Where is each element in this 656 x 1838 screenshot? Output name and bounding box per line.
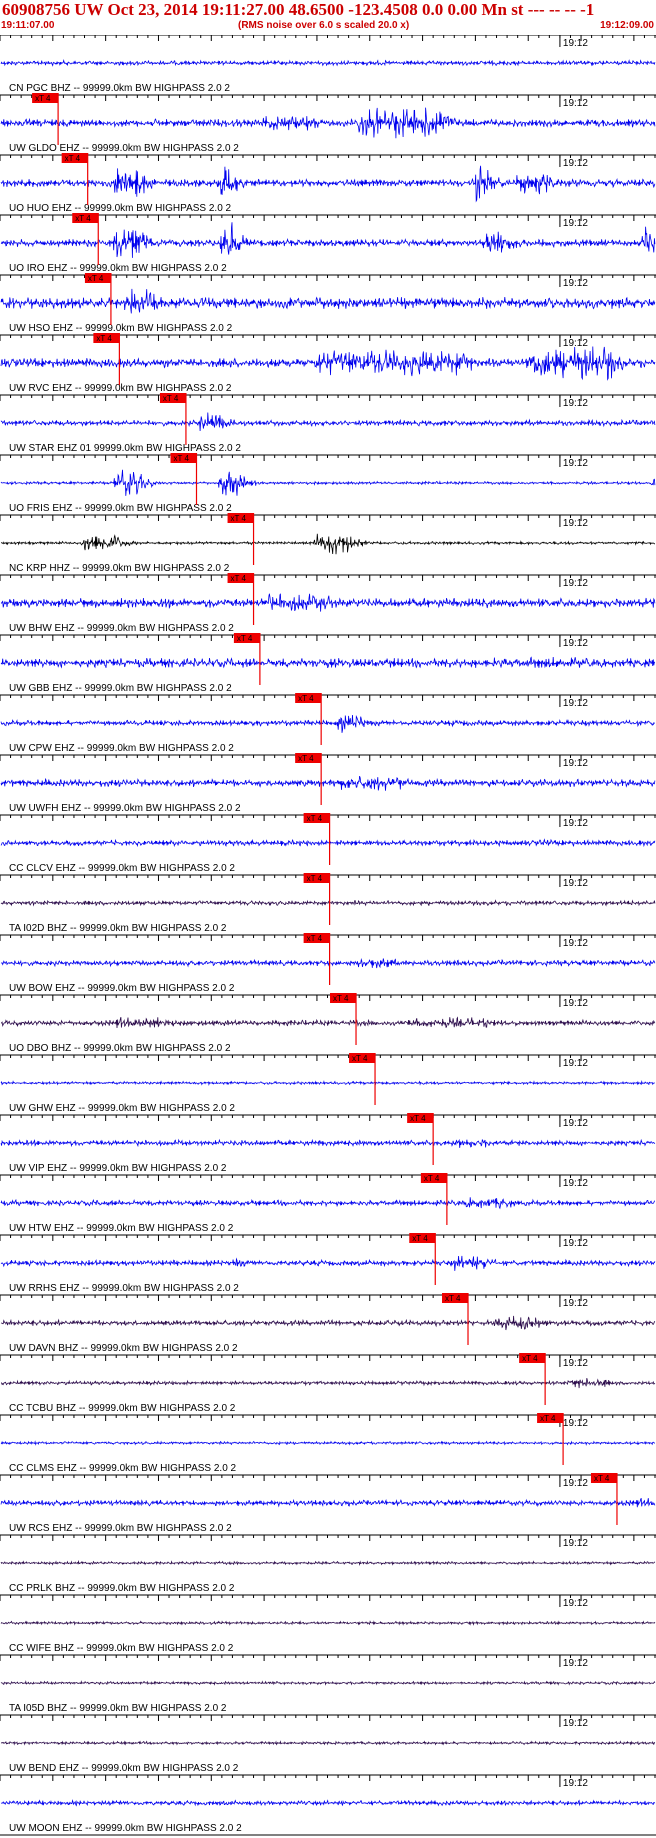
pick-label: xT 4 [445, 1294, 461, 1303]
minute-tick-label: 19:12 [563, 518, 588, 529]
pick-label: xT 4 [307, 874, 323, 883]
minute-tick-label: 19:12 [563, 1598, 588, 1609]
pick-label: xT 4 [88, 274, 104, 283]
pick-label: xT 4 [231, 574, 247, 583]
pick-label: xT 4 [412, 1234, 428, 1243]
station-label: UO FRIS EHZ -- 99999.0km BW HIGHPASS 2.0… [9, 503, 232, 514]
minute-tick-label: 19:12 [563, 1178, 588, 1189]
station-label: UO DBO BHZ -- 99999.0km BW HIGHPASS 2.0 … [9, 1043, 231, 1054]
station-label: UW MOON EHZ -- 99999.0km BW HIGHPASS 2.0… [9, 1823, 242, 1834]
pick-label: xT 4 [540, 1414, 556, 1423]
pick-label: xT 4 [307, 934, 323, 943]
minute-tick-label: 19:12 [563, 458, 588, 469]
station-label: CC CLMS EHZ -- 99999.0km BW HIGHPASS 2.0… [9, 1463, 237, 1474]
station-label: CC WIFE BHZ -- 99999.0km BW HIGHPASS 2.0… [9, 1643, 234, 1654]
station-label: CN PGC BHZ -- 99999.0km BW HIGHPASS 2.0 … [9, 83, 230, 94]
pick-label: xT 4 [333, 994, 349, 1003]
minute-tick-label: 19:12 [563, 38, 588, 49]
header: 60908756 UW Oct 23, 2014 19:11:27.00 48.… [0, 0, 656, 34]
minute-tick-label: 19:12 [563, 218, 588, 229]
station-label: UW BEND EHZ -- 99999.0km BW HIGHPASS 2.0… [9, 1763, 239, 1774]
minute-tick-label: 19:12 [563, 1538, 588, 1549]
minute-tick-label: 19:12 [563, 398, 588, 409]
event-title: 60908756 UW Oct 23, 2014 19:11:27.00 48.… [2, 0, 595, 19]
minute-tick-label: 19:12 [563, 278, 588, 289]
pick-label: xT 4 [410, 1114, 426, 1123]
pick-label: xT 4 [298, 694, 314, 703]
minute-tick-label: 19:12 [563, 698, 588, 709]
station-label: UW VIP EHZ -- 99999.0km BW HIGHPASS 2.0 … [9, 1163, 227, 1174]
minute-tick-label: 19:12 [563, 1718, 588, 1729]
station-label: UW GBB EHZ -- 99999.0km BW HIGHPASS 2.0 … [9, 683, 232, 694]
minute-tick-label: 19:12 [563, 1418, 588, 1429]
station-label: UW CPW EHZ -- 99999.0km BW HIGHPASS 2.0 … [9, 743, 234, 754]
seismogram-plot: 19:12 CN PGC BHZ -- 99999.0km BW HIGHPASS… [0, 35, 656, 1838]
station-label: UW RCS EHZ -- 99999.0km BW HIGHPASS 2.0 … [9, 1523, 232, 1534]
pick-label: xT 4 [352, 1054, 368, 1063]
station-label: UW RRHS EHZ -- 99999.0km BW HIGHPASS 2.0… [9, 1283, 239, 1294]
minute-tick-label: 19:12 [563, 1358, 588, 1369]
minute-tick-label: 19:12 [563, 878, 588, 889]
station-label: UW BOW EHZ -- 99999.0km BW HIGHPASS 2.0 … [9, 983, 235, 994]
station-label: UW GHW EHZ -- 99999.0km BW HIGHPASS 2.0 … [9, 1103, 235, 1114]
minute-tick-label: 19:12 [563, 1658, 588, 1669]
minute-tick-label: 19:12 [563, 1058, 588, 1069]
station-label: UW RVC EHZ -- 99999.0km BW HIGHPASS 2.0 … [9, 383, 232, 394]
pick-label: xT 4 [307, 814, 323, 823]
minute-tick-label: 19:12 [563, 998, 588, 1009]
station-label: CC TCBU BHZ -- 99999.0km BW HIGHPASS 2.0… [9, 1403, 236, 1414]
pick-label: xT 4 [174, 454, 190, 463]
minute-tick-label: 19:12 [563, 638, 588, 649]
minute-tick-label: 19:12 [563, 1478, 588, 1489]
pick-label: xT 4 [75, 214, 91, 223]
minute-tick-label: 19:12 [563, 818, 588, 829]
pick-label: xT 4 [522, 1354, 538, 1363]
station-label: UW DAVN BHZ -- 99999.0km BW HIGHPASS 2.0… [9, 1343, 238, 1354]
station-label: UW STAR EHZ 01 99999.0km BW HIGHPASS 2.0… [9, 443, 241, 454]
pick-label: xT 4 [237, 634, 253, 643]
station-label: CC CLCV EHZ -- 99999.0km BW HIGHPASS 2.0… [9, 863, 235, 874]
minute-tick-label: 19:12 [563, 758, 588, 769]
minute-tick-label: 19:12 [563, 1118, 588, 1129]
pick-label: xT 4 [163, 394, 179, 403]
pick-label: xT 4 [35, 94, 51, 103]
minute-tick-label: 19:12 [563, 938, 588, 949]
pick-label: xT 4 [96, 334, 112, 343]
pick-label: xT 4 [231, 514, 247, 523]
minute-tick-label: 19:12 [563, 1298, 588, 1309]
station-label: UW HTW EHZ -- 99999.0km BW HIGHPASS 2.0 … [9, 1223, 234, 1234]
station-label: TA I05D BHZ -- 99999.0km BW HIGHPASS 2.0… [9, 1703, 227, 1714]
pick-label: xT 4 [298, 754, 314, 763]
station-label: UO IRO EHZ -- 99999.0km BW HIGHPASS 2.0 … [9, 263, 227, 274]
minute-tick-label: 19:12 [563, 578, 588, 589]
minute-tick-label: 19:12 [563, 1778, 588, 1789]
minute-tick-label: 19:12 [563, 1238, 588, 1249]
scaling-note: (RMS noise over 6.0 s scaled 20.0 x) [238, 20, 410, 31]
station-label: NC KRP HHZ -- 99999.0km BW HIGHPASS 2.0 … [9, 563, 230, 574]
start-time: 19:11:07.00 [1, 20, 55, 31]
station-label: UW GLDO EHZ -- 99999.0km BW HIGHPASS 2.0… [9, 143, 239, 154]
end-time: 19:12:09.00 [600, 20, 654, 31]
station-label: UW HSO EHZ -- 99999.0km BW HIGHPASS 2.0 … [9, 323, 233, 334]
station-label: UW UWFH EHZ -- 99999.0km BW HIGHPASS 2.0… [9, 803, 241, 814]
station-label: UW BHW EHZ -- 99999.0km BW HIGHPASS 2.0 … [9, 623, 234, 634]
pick-label: xT 4 [424, 1174, 440, 1183]
station-label: CC PRLK BHZ -- 99999.0km BW HIGHPASS 2.0… [9, 1583, 235, 1594]
minute-tick-label: 19:12 [563, 98, 588, 109]
pick-label: xT 4 [65, 154, 81, 163]
pick-label: xT 4 [594, 1474, 610, 1483]
minute-tick-label: 19:12 [563, 158, 588, 169]
station-label: TA I02D BHZ -- 99999.0km BW HIGHPASS 2.0… [9, 923, 227, 934]
station-label: UO HUO EHZ -- 99999.0km BW HIGHPASS 2.0 … [9, 203, 232, 214]
minute-tick-label: 19:12 [563, 338, 588, 349]
